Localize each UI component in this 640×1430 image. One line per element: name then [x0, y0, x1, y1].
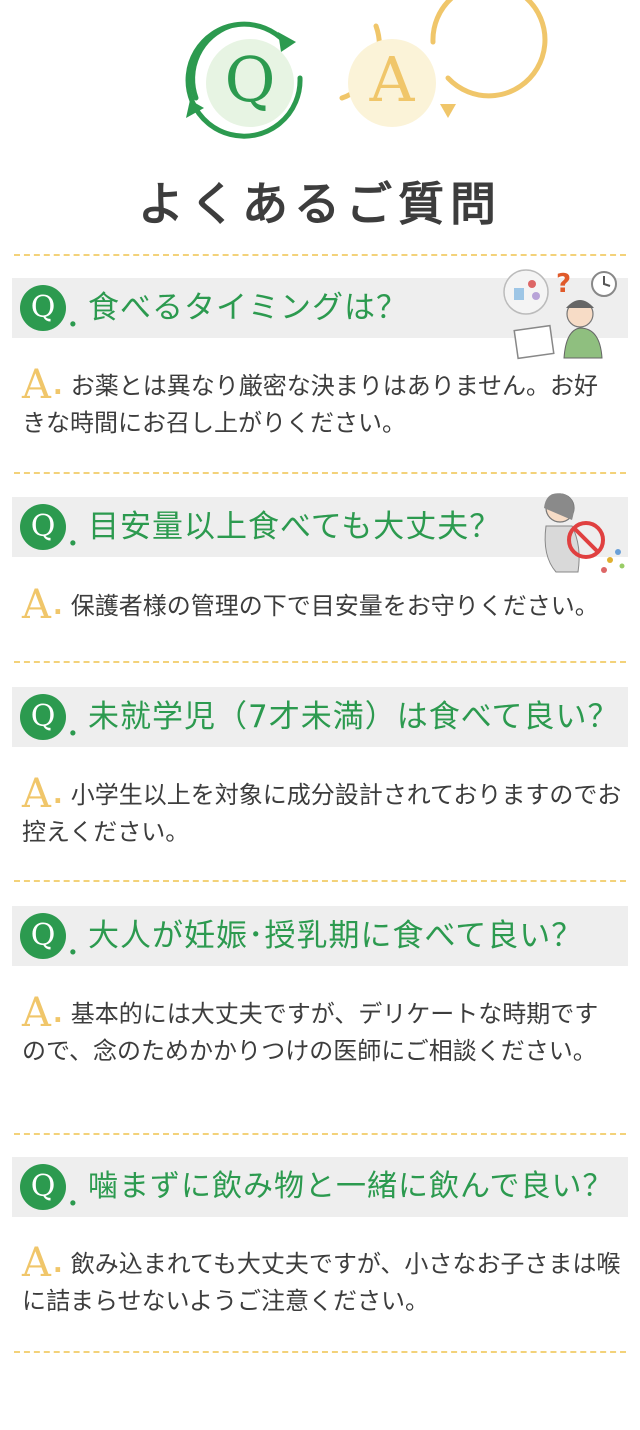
a-mark-dot: .: [52, 591, 63, 621]
q-badge-dot: .: [68, 1179, 78, 1212]
q-badge-dot: .: [68, 519, 78, 552]
answer-text: 飲み込まれても大丈夫ですが、小さなお子さまは喉に詰まらせないようご注意ください。: [22, 1250, 621, 1315]
answer-text: お薬とは異なり厳密な決まりはありません。お好きな時間にお召し上がりください。: [22, 372, 599, 437]
answer: A. 小学生以上を対象に成分設計されておりますのでお控えください。: [22, 774, 622, 851]
divider: [14, 254, 626, 256]
answer: A. 飲み込まれても大丈夫ですが、小さなお子さまは喉に詰まらせないようご注意くださ…: [22, 1243, 622, 1320]
a-mark-dot: .: [52, 1249, 63, 1279]
question-bar: Q . 未就学児（7才未満）は食べて良い？: [12, 687, 628, 747]
thinking-person-icon: ?: [503, 269, 617, 360]
a-mark: A: [22, 362, 51, 408]
question-text: 大人が妊娠･授乳期に食べて良い？: [88, 918, 584, 954]
a-mark-dot: .: [52, 371, 63, 401]
divider: [14, 1351, 626, 1353]
a-mark-dot: .: [52, 999, 63, 1029]
a-mark: A: [22, 1240, 51, 1286]
a-logo-letter: A: [369, 43, 415, 116]
faq-header: Q A よくあるご質問: [0, 0, 640, 240]
divider: [14, 1133, 626, 1135]
a-mark: A: [22, 771, 51, 817]
no-overeating-icon: [544, 493, 625, 573]
svg-text:?: ?: [556, 269, 571, 299]
q-badge: Q: [20, 285, 66, 331]
q-badge: Q: [20, 694, 66, 740]
divider: [14, 661, 626, 663]
answer-text: 基本的には大丈夫ですが、デリケートな時期ですので、念のためかかりつけの医師にご相…: [22, 1000, 599, 1065]
q-badge: Q: [20, 913, 66, 959]
question-text: 噛まずに飲み物と一緒に飲んで良い？: [88, 1169, 614, 1204]
q-badge-dot: .: [68, 300, 78, 333]
answer-text: 保護者様の管理の下で目安量をお守りください。: [70, 592, 599, 620]
question-text: 目安量以上食べても大丈夫？: [88, 509, 502, 545]
answer: A. 基本的には大丈夫ですが、デリケートな時期ですので、念のためかかりつけの医師に…: [22, 993, 622, 1070]
divider: [14, 880, 626, 882]
question-text: 食べるタイミングは？: [88, 290, 408, 326]
answer: A. 保護者様の管理の下で目安量をお守りください。: [22, 585, 622, 625]
q-badge: Q: [20, 1164, 66, 1210]
q-badge-dot: .: [68, 709, 78, 742]
a-mark-dot: .: [52, 780, 63, 810]
question-bar: Q . 噛まずに飲み物と一緒に飲んで良い？: [12, 1157, 628, 1217]
q-logo-letter: Q: [224, 43, 276, 116]
qa-logo-icon: [185, 0, 548, 139]
question-bar: Q . 大人が妊娠･授乳期に食べて良い？: [12, 906, 628, 966]
a-mark: A: [22, 582, 51, 628]
divider: [14, 472, 626, 474]
a-mark: A: [22, 990, 51, 1036]
page-title: よくあるご質問: [138, 177, 502, 231]
q-badge-dot: .: [68, 928, 78, 961]
q-badge: Q: [20, 504, 66, 550]
answer: A. お薬とは異なり厳密な決まりはありません。お好きな時間にお召し上がりください。: [22, 365, 622, 442]
question-text: 未就学児（7才未満）は食べて良い？: [88, 699, 620, 735]
answer-text: 小学生以上を対象に成分設計されておりますのでお控えください。: [22, 781, 622, 846]
